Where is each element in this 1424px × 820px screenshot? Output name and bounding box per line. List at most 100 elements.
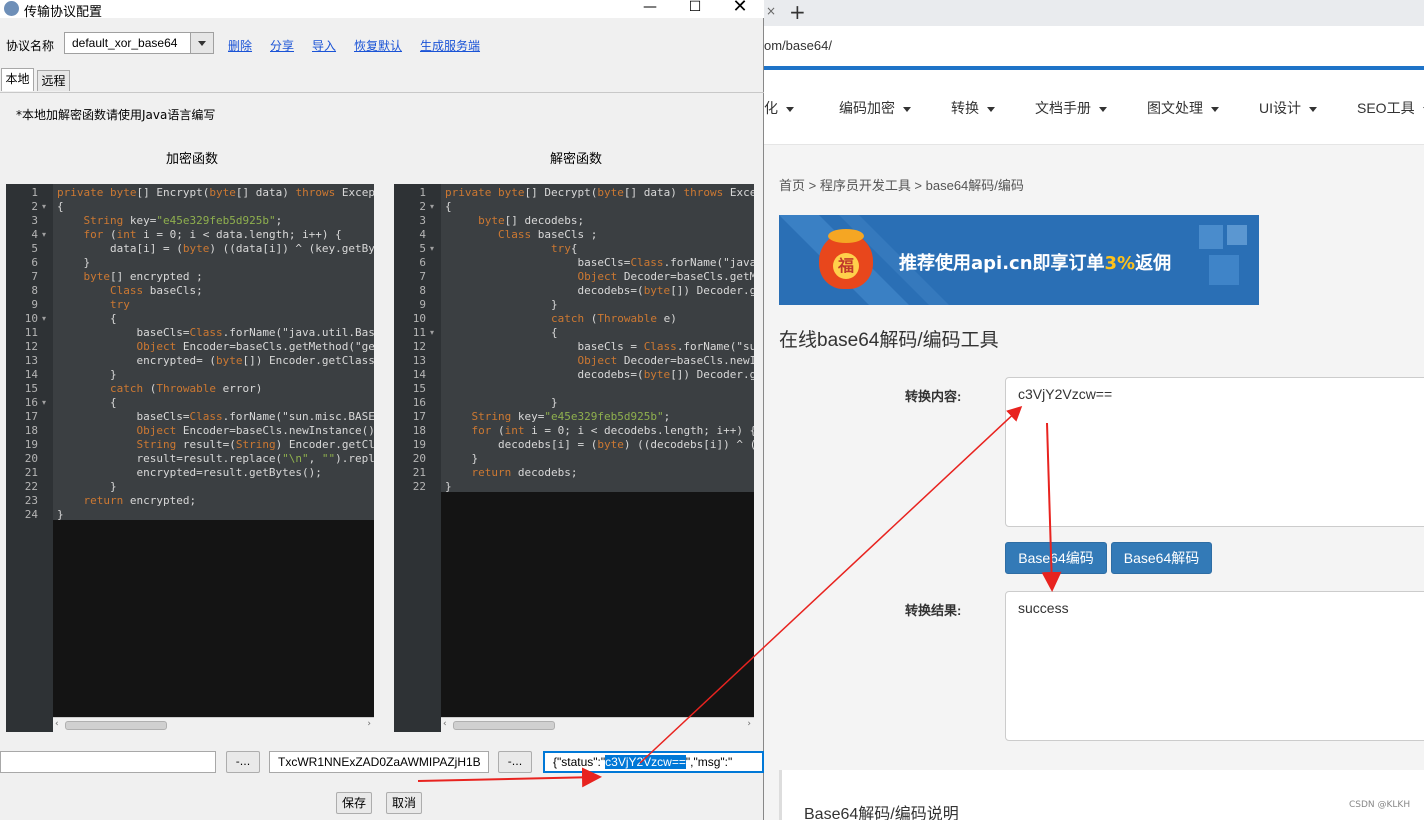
new-tab-icon[interactable]: + (789, 0, 806, 24)
promo-banner[interactable]: 福 推荐使用api.cn即享订单3%返佣 (779, 215, 1259, 305)
scroll-right-icon[interactable]: › (367, 719, 371, 729)
nav-item-docs[interactable]: 文档手册 (1035, 98, 1107, 118)
response-field[interactable]: {"status":"c3VjY2Vzcw==","msg":" (543, 751, 764, 773)
maximize-icon[interactable]: ☐ (675, 0, 715, 18)
code-line: baseCls=Class.forName("java.util.Bas (57, 326, 374, 339)
close-icon[interactable]: ✕ (720, 0, 760, 18)
line-number: 20 (412, 452, 426, 465)
line-number: 9 (419, 298, 426, 311)
nav-item-ui-design[interactable]: UI设计 (1259, 98, 1317, 118)
code-line: baseCls=Class.forName("java (445, 256, 754, 269)
code-line: } (57, 508, 64, 521)
line-number: 18 (24, 424, 38, 437)
import-link[interactable]: 导入 (312, 37, 336, 54)
scrollbar-thumb[interactable] (65, 721, 167, 730)
line-number: 24 (24, 508, 38, 521)
tab-close-icon[interactable]: × (766, 4, 776, 18)
browser-window: + × om/base64/ 化 编码加密 转换 文档手册 图文处理 UI设计 … (764, 0, 1424, 820)
fold-toggle-icon[interactable]: ▾ (430, 328, 434, 337)
code-line: try{ (550, 242, 578, 255)
description-title: Base64解码/编码说明 (804, 806, 959, 820)
nav-item-seo[interactable]: SEO工具 (1357, 98, 1424, 118)
line-number: 13 (412, 354, 426, 367)
chevron-down-icon (198, 41, 206, 46)
line-number: 14 (412, 368, 426, 381)
share-link[interactable]: 分享 (270, 37, 294, 54)
browse-button-1[interactable]: -... (226, 751, 260, 773)
fold-toggle-icon[interactable]: ▾ (42, 314, 46, 323)
line-number: 8 (31, 284, 38, 297)
tab-local[interactable]: 本地 (1, 68, 34, 91)
decrypt-code-editor[interactable]: 1 2 ▾ 3 4 5 ▾ 6 7 8 9 10 11 ▾ 12 13 14 15 16 17 18 19 20 21 22 p… (394, 184, 754, 732)
base64-encode-button[interactable]: Base64编码 (1005, 542, 1107, 574)
result-textarea[interactable]: success (1005, 591, 1424, 741)
code-line: encrypted= (byte[]) Encoder.getClass (57, 354, 374, 367)
code-line: encrypted=result.getBytes(); (57, 466, 322, 479)
line-number: 11 (24, 326, 38, 339)
protocol-config-dialog: 传输协议配置 — ☐ ✕ 协议名称 default_xor_base64 删除 … (0, 0, 764, 820)
code-line: Class baseCls ; (497, 228, 598, 241)
horizontal-scrollbar[interactable]: ‹ › (53, 717, 374, 732)
nav-item-image[interactable]: 图文处理 (1147, 98, 1219, 118)
fold-toggle-icon[interactable]: ▾ (42, 230, 46, 239)
code-line: catch (Throwable error) (109, 382, 263, 395)
java-note: *本地加解密函数请使用Java语言编写 (16, 108, 216, 122)
content-textarea[interactable]: c3VjY2Vzcw== (1005, 377, 1424, 527)
line-number: 17 (24, 410, 38, 423)
fold-toggle-icon[interactable]: ▾ (430, 244, 434, 253)
scrollbar-thumb[interactable] (453, 721, 555, 730)
url-text[interactable]: om/base64/ (764, 38, 832, 53)
code-line: decodebs=(byte[]) Decoder.g (445, 284, 754, 297)
code-line: } (57, 480, 117, 493)
code-line: String key="e45e329feb5d925b"; (471, 410, 671, 423)
delete-link[interactable]: 删除 (228, 37, 252, 54)
protocol-name-select[interactable]: default_xor_base64 (64, 32, 214, 54)
scroll-left-icon[interactable]: ‹ (55, 719, 59, 729)
encrypt-code-editor[interactable]: 1 2 ▾ 3 4 ▾ 5 6 7 8 9 10 ▾ 11 12 13 14 15 16 ▾ 17 18 19 20 21 22 2… (6, 184, 374, 732)
code-line: Class baseCls; (109, 284, 203, 297)
code-line: result=result.replace("\n", "").repl (57, 452, 374, 465)
restore-default-link[interactable]: 恢复默认 (354, 37, 402, 54)
code-line: decodebs=(byte[]) Decoder.g (445, 368, 754, 381)
line-number: 15 (24, 382, 38, 395)
base64-decode-button[interactable]: Base64解码 (1111, 542, 1212, 574)
page-content: 首页 > 程序员开发工具 > base64解码/编码 福 推荐使用api.cn即… (764, 145, 1424, 820)
title-bar[interactable]: 传输协议配置 — ☐ ✕ (0, 0, 764, 20)
cancel-button[interactable]: 取消 (386, 792, 422, 814)
encoded-output-field[interactable]: TxcWR1NNExZAD0ZaAWMIPAZjH1B (269, 751, 489, 773)
line-number: 22 (24, 480, 38, 493)
line-number: 4 (419, 228, 426, 241)
scroll-right-icon[interactable]: › (747, 719, 751, 729)
line-number: 12 (24, 340, 38, 353)
window-title: 传输协议配置 (24, 5, 103, 20)
code-line: Object Encoder=baseCls.newInstance() (136, 424, 374, 437)
nav-item-convert-partial[interactable]: 化 (764, 98, 794, 118)
code-line: } (445, 452, 479, 465)
line-number: 4 (31, 228, 38, 241)
line-number: 3 (419, 214, 426, 227)
line-number: 23 (24, 494, 38, 507)
plaintext-input[interactable] (0, 751, 216, 773)
code-line: private byte[] Decrypt(byte[] data) thro… (445, 186, 754, 199)
generate-server-link[interactable]: 生成服务端 (420, 37, 480, 54)
fold-toggle-icon[interactable]: ▾ (42, 398, 46, 407)
nav-item-convert[interactable]: 转换 (951, 98, 995, 118)
input-label: 转换内容: (905, 389, 962, 404)
combo-dropdown-button[interactable] (190, 33, 213, 53)
fold-toggle-icon[interactable]: ▾ (430, 202, 434, 211)
code-line: return encrypted; (83, 494, 197, 507)
horizontal-scrollbar[interactable]: ‹ › (441, 717, 754, 732)
minimize-icon[interactable]: — (630, 0, 670, 18)
scroll-left-icon[interactable]: ‹ (443, 719, 447, 729)
code-line: decodebs[i] = (byte) ((decodebs[i]) ^ ( (445, 438, 754, 451)
save-button[interactable]: 保存 (336, 792, 372, 814)
tab-remote[interactable]: 远程 (37, 70, 70, 91)
fold-toggle-icon[interactable]: ▾ (42, 202, 46, 211)
line-number: 10 (412, 312, 426, 325)
code-line: { (445, 326, 558, 339)
nav-item-encoding[interactable]: 编码加密 (839, 98, 911, 118)
line-number-gutter: 1 2 ▾ 3 4 5 ▾ 6 7 8 9 10 11 ▾ 12 13 14 15 16 17 18 19 20 21 22 (394, 184, 441, 732)
breadcrumb[interactable]: 首页 > 程序员开发工具 > base64解码/编码 (779, 175, 1024, 194)
browse-button-2[interactable]: -... (498, 751, 532, 773)
address-bar[interactable]: om/base64/ (764, 26, 1424, 67)
